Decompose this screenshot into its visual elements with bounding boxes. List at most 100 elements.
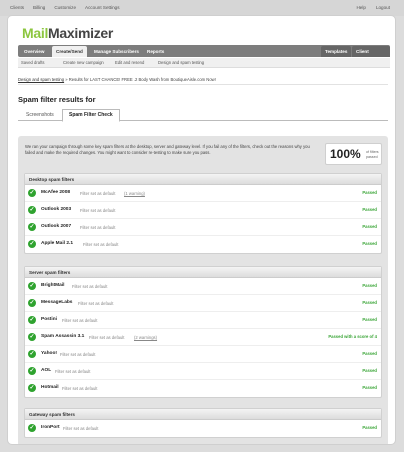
status-label: Passed: [362, 425, 377, 430]
section-title: Server spam filters: [25, 267, 381, 278]
billing-link[interactable]: Billing: [33, 5, 45, 10]
main-nav: Overview Create/Send Manage Subscribers …: [18, 45, 390, 65]
filter-name: Hotmail: [41, 385, 59, 390]
status-label: Passed: [362, 385, 377, 390]
filter-note: Filter set as default: [78, 300, 114, 306]
filter-row: ✓ BrightMail Filter set as default Passe…: [25, 278, 381, 295]
subnav-design-and-spam-testing[interactable]: Design and spam testing: [158, 60, 204, 65]
nav-reports[interactable]: Reports: [143, 46, 168, 57]
filter-row: ✓ AOL Filter set as default Passed: [25, 363, 381, 380]
tab-spam-filter-check[interactable]: Spam Filter Check: [62, 109, 120, 122]
filter-note: Filter set as default: [63, 425, 99, 431]
status-label: Passed with a score of 4: [328, 334, 377, 339]
score-label: of filters passed: [366, 150, 379, 159]
check-icon: ✓: [28, 424, 36, 432]
status-label: Passed: [362, 190, 377, 195]
filter-name: McAfee 2008: [41, 190, 71, 195]
app-logo[interactable]: MailMaximizer: [22, 25, 113, 41]
intro-text: We ran your campaign through some key sp…: [25, 144, 310, 155]
check-icon: ✓: [28, 316, 36, 324]
help-link[interactable]: Help: [356, 5, 365, 10]
check-icon: ✓: [28, 282, 36, 290]
nav-create-send[interactable]: Create/Send: [52, 46, 87, 57]
filter-name: Postini: [41, 317, 57, 322]
warnings-link[interactable]: (2 warnings): [134, 335, 157, 340]
desktop-filters-section: Desktop spam filters ✓ McAfee 2008 Filte…: [24, 173, 382, 254]
filter-name: Yahoo!: [41, 351, 57, 356]
customize-link[interactable]: Customize: [54, 5, 76, 10]
status-label: Passed: [362, 283, 377, 288]
status-label: Passed: [362, 207, 377, 212]
filter-row: ✓ MessageLabs Filter set as default Pass…: [25, 295, 381, 312]
account-settings-link[interactable]: Account Settings: [85, 5, 119, 10]
filter-note: Filter set as default: [62, 385, 98, 391]
check-icon: ✓: [28, 384, 36, 392]
nav-templates[interactable]: Templates: [321, 46, 352, 57]
nav-overview[interactable]: Overview: [20, 46, 48, 57]
server-filters-section: Server spam filters ✓ BrightMail Filter …: [24, 266, 382, 398]
subnav-create-new-campaign[interactable]: Create new campaign: [63, 60, 104, 65]
filter-name: Apple Mail 2.1: [41, 241, 73, 246]
status-label: Passed: [362, 317, 377, 322]
breadcrumb-divider: [18, 84, 388, 85]
filter-note: Filter set as default: [55, 368, 91, 374]
top-links-right: Help Logout: [356, 5, 390, 10]
warnings-link[interactable]: (1 warning): [124, 191, 145, 196]
tab-screenshots[interactable]: Screenshots: [20, 110, 60, 121]
subnav-edit-and-resend[interactable]: Edit and resend: [115, 60, 144, 65]
filter-name: IronPort: [41, 425, 60, 430]
subnav-saved-drafts[interactable]: Saved drafts: [21, 60, 45, 65]
gateway-filters-section: Gateway spam filters ✓ IronPort Filter s…: [24, 408, 382, 438]
page-title: Spam filter results for: [18, 95, 96, 104]
filter-note: Filter set as default: [72, 283, 108, 289]
section-title: Desktop spam filters: [25, 174, 381, 185]
filter-note: Filter set as default: [83, 241, 119, 247]
nav-manage-subscribers[interactable]: Manage Subscribers: [90, 46, 143, 57]
filter-row: ✓ Apple Mail 2.1 Filter set as default P…: [25, 236, 381, 253]
status-label: Passed: [362, 241, 377, 246]
filter-name: Outlook 2007: [41, 224, 72, 229]
section-title: Gateway spam filters: [25, 409, 381, 420]
score-box: 100% of filters passed: [325, 143, 382, 165]
check-icon: ✓: [28, 367, 36, 375]
filter-row: ✓ IronPort Filter set as default Passed: [25, 420, 381, 437]
filter-name: BrightMail: [41, 283, 65, 288]
filter-note: Filter set as default: [89, 334, 125, 340]
main-card: MailMaximizer Overview Create/Send Manag…: [7, 15, 396, 445]
check-icon: ✓: [28, 240, 36, 248]
spam-check-panel: We ran your campaign through some key sp…: [18, 136, 388, 444]
breadcrumb: Design and spam testing » Results for LA…: [18, 77, 216, 82]
status-label: Passed: [362, 224, 377, 229]
filter-row: ✓ Outlook 2007 Filter set as default Pas…: [25, 219, 381, 236]
check-icon: ✓: [28, 333, 36, 341]
tab-bar: Screenshots Spam Filter Check: [18, 108, 388, 122]
nav-client-settings[interactable]: Client Settings: [352, 46, 390, 65]
filter-name: AOL: [41, 368, 52, 373]
status-label: Passed: [362, 351, 377, 356]
filter-name: MessageLabs: [41, 300, 73, 305]
sub-nav: Saved drafts Create new campaign Edit an…: [18, 58, 390, 68]
filter-note: Filter set as default: [80, 224, 116, 230]
logout-link[interactable]: Logout: [376, 5, 390, 10]
top-links-left: Clients Billing Customize Account Settin…: [10, 5, 120, 10]
filter-row: ✓ Postini Filter set as default Passed: [25, 312, 381, 329]
filter-row: ✓ McAfee 2008 Filter set as default (1 w…: [25, 185, 381, 202]
filter-name: Outlook 2003: [41, 207, 72, 212]
check-icon: ✓: [28, 299, 36, 307]
breadcrumb-link[interactable]: Design and spam testing: [18, 77, 64, 82]
status-label: Passed: [362, 300, 377, 305]
logo-mail: Mail: [22, 25, 49, 41]
filter-note: Filter set as default: [80, 190, 116, 196]
filter-name: Spam Assassin 3.1: [41, 334, 85, 339]
filter-row: ✓ Hotmail Filter set as default Passed: [25, 380, 381, 397]
check-icon: ✓: [28, 189, 36, 197]
breadcrumb-current: » Results for LAST CHANCE! FREE .2 Body …: [65, 77, 216, 82]
score-percentage: 100%: [330, 147, 361, 161]
clients-link[interactable]: Clients: [10, 5, 24, 10]
status-label: Passed: [362, 368, 377, 373]
top-utility-bar: Clients Billing Customize Account Settin…: [0, 0, 404, 16]
check-icon: ✓: [28, 350, 36, 358]
filter-note: Filter set as default: [60, 351, 96, 357]
filter-note: Filter set as default: [80, 207, 116, 213]
logo-maximizer: Maximizer: [48, 25, 114, 41]
